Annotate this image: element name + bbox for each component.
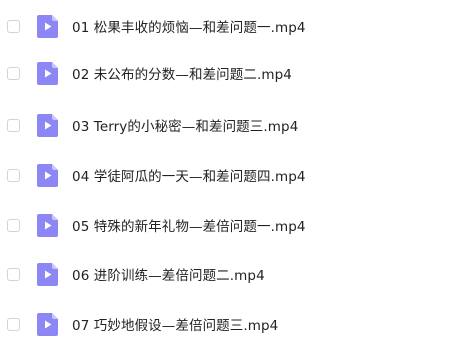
file-name[interactable]: 07 巧妙地假设—差倍问题三.mp4 bbox=[72, 314, 278, 334]
list-item[interactable]: 05 特殊的新年礼物—差倍问题一.mp4 bbox=[0, 205, 465, 245]
list-item[interactable]: 07 巧妙地假设—差倍问题三.mp4 bbox=[0, 304, 465, 344]
video-file-icon bbox=[37, 61, 58, 85]
item-checkbox[interactable] bbox=[7, 317, 20, 331]
list-item[interactable]: 03 Terry的小秘密—和差问题三.mp4 bbox=[0, 105, 465, 145]
video-file-icon bbox=[37, 113, 58, 137]
item-checkbox[interactable] bbox=[7, 66, 20, 80]
file-name[interactable]: 06 进阶训练—差倍问题二.mp4 bbox=[72, 264, 265, 284]
video-file-icon bbox=[37, 14, 58, 38]
item-checkbox[interactable] bbox=[7, 267, 20, 281]
item-checkbox[interactable] bbox=[7, 168, 20, 182]
file-list: 01 松果丰收的烦恼—和差问题一.mp4 02 未公布的分数—和差问题二.mp4… bbox=[0, 0, 465, 336]
item-checkbox[interactable] bbox=[7, 19, 20, 33]
list-item[interactable]: 06 进阶训练—差倍问题二.mp4 bbox=[0, 254, 465, 294]
video-file-icon bbox=[37, 163, 58, 187]
file-name[interactable]: 04 学徒阿瓜的一天—和差问题四.mp4 bbox=[72, 165, 306, 185]
item-checkbox[interactable] bbox=[7, 218, 20, 232]
video-file-icon bbox=[37, 312, 58, 336]
list-item[interactable]: 01 松果丰收的烦恼—和差问题一.mp4 bbox=[0, 6, 465, 46]
file-name[interactable]: 05 特殊的新年礼物—差倍问题一.mp4 bbox=[72, 215, 306, 235]
file-name[interactable]: 02 未公布的分数—和差问题二.mp4 bbox=[72, 63, 292, 83]
item-checkbox[interactable] bbox=[7, 118, 20, 132]
file-name[interactable]: 01 松果丰收的烦恼—和差问题一.mp4 bbox=[72, 16, 306, 36]
video-file-icon bbox=[37, 262, 58, 286]
list-item[interactable]: 02 未公布的分数—和差问题二.mp4 bbox=[0, 53, 465, 93]
list-item[interactable]: 04 学徒阿瓜的一天—和差问题四.mp4 bbox=[0, 155, 465, 195]
video-file-icon bbox=[37, 213, 58, 237]
file-name[interactable]: 03 Terry的小秘密—和差问题三.mp4 bbox=[72, 115, 298, 135]
